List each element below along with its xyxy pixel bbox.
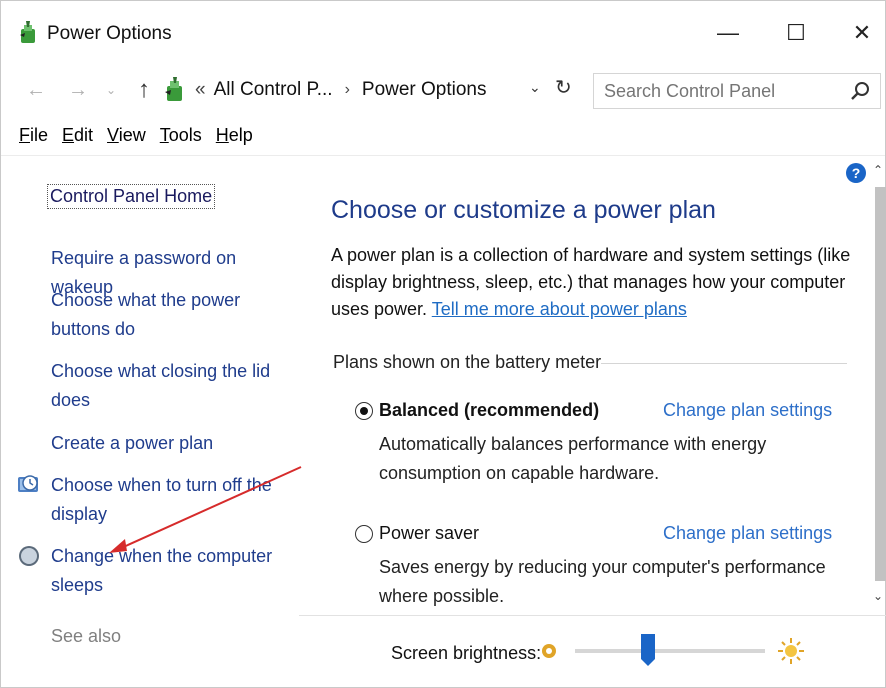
- menu-view[interactable]: View: [107, 125, 146, 155]
- scroll-up-icon[interactable]: ⌃: [873, 163, 883, 177]
- page-description: A power plan is a collection of hardware…: [331, 242, 851, 323]
- balanced-change-plan-link[interactable]: Change plan settings: [663, 400, 832, 421]
- display-clock-icon: [18, 475, 38, 492]
- balanced-plan-name[interactable]: Balanced (recommended): [379, 400, 599, 421]
- search-box[interactable]: [593, 73, 881, 109]
- address-bar[interactable]: « All Control P... › Power Options ⌄ ↻: [163, 73, 583, 107]
- task-label: Change when the computer: [51, 546, 273, 566]
- power-saver-plan-description: Saves energy by reducing your computer's…: [379, 557, 826, 606]
- breadcrumb-overflow[interactable]: «: [195, 79, 206, 101]
- maximize-button[interactable]: ☐: [771, 15, 821, 51]
- recent-locations-button[interactable]: ⌄: [101, 75, 121, 105]
- task-label: display: [51, 504, 108, 524]
- power-saver-plan-name[interactable]: Power saver: [379, 523, 479, 544]
- task-pane: Control Panel Home Require a password on…: [1, 156, 301, 688]
- title-bar: Power Options — ☐ ✕: [1, 1, 885, 61]
- svg-text:?: ?: [852, 165, 861, 181]
- task-label: Choose when to turn off the: [51, 475, 272, 495]
- minimize-icon: —: [717, 20, 739, 45]
- power-options-app-icon: [20, 21, 35, 43]
- forward-arrow-icon: →: [68, 78, 88, 101]
- moon-sleep-icon: [19, 546, 39, 566]
- task-create-power-plan[interactable]: Create a power plan: [51, 429, 299, 458]
- task-label: Create a power plan: [51, 433, 214, 453]
- task-label: does: [51, 390, 91, 410]
- menu-help[interactable]: Help: [216, 125, 253, 155]
- balanced-plan-description: Automatically balances performance with …: [379, 434, 767, 483]
- bright-sun-icon: [778, 638, 804, 664]
- chevron-down-icon: ⌄: [105, 83, 117, 97]
- page-title: Choose or customize a power plan: [331, 196, 716, 224]
- brightness-slider[interactable]: [575, 649, 765, 653]
- menu-bar: File Edit View Tools Help: [1, 125, 253, 155]
- power-options-window: Power Options — ☐ ✕ ← → ⌄ ↑ « All Contro…: [0, 0, 886, 688]
- brightness-slider-thumb[interactable]: [640, 633, 656, 667]
- dim-brightness-icon: [542, 644, 556, 658]
- control-panel-home-link[interactable]: Control Panel Home: [47, 184, 216, 209]
- task-label: Choose what the power: [51, 290, 241, 310]
- search-icon[interactable]: [850, 81, 870, 101]
- close-button[interactable]: ✕: [837, 15, 886, 51]
- help-icon[interactable]: ?: [845, 162, 867, 184]
- back-arrow-icon: ←: [26, 78, 46, 101]
- scroll-thumb[interactable]: [875, 187, 886, 581]
- see-also-heading: See also: [51, 626, 122, 646]
- plans-group-label: Plans shown on the battery meter: [333, 352, 612, 373]
- menu-tools[interactable]: Tools: [160, 125, 202, 155]
- bottom-divider: [299, 615, 886, 616]
- address-dropdown-icon[interactable]: ⌄: [529, 79, 541, 96]
- breadcrumb-separator-icon[interactable]: ›: [345, 81, 350, 99]
- control-panel-icon: [165, 77, 182, 101]
- back-button[interactable]: ←: [21, 75, 51, 105]
- navigation-bar: ← → ⌄ ↑ « All Control P... › Power Optio…: [1, 67, 885, 113]
- refresh-icon[interactable]: ↻: [555, 75, 572, 100]
- task-closing-lid[interactable]: Choose what closing the lid does: [51, 357, 299, 415]
- up-arrow-icon: ↑: [138, 76, 150, 103]
- up-button[interactable]: ↑: [129, 75, 159, 105]
- power-saver-plan-radio[interactable]: [355, 525, 373, 543]
- minimize-button[interactable]: —: [703, 15, 753, 51]
- search-input[interactable]: [604, 80, 844, 102]
- window-title: Power Options: [47, 23, 172, 44]
- task-power-buttons[interactable]: Choose what the power buttons do: [51, 286, 299, 344]
- power-saver-change-plan-link[interactable]: Change plan settings: [663, 523, 832, 544]
- forward-button[interactable]: →: [63, 75, 93, 105]
- group-divider: [601, 363, 847, 364]
- scroll-down-icon[interactable]: ⌄: [873, 589, 883, 603]
- task-label: buttons do: [51, 319, 136, 339]
- balanced-plan-radio[interactable]: [355, 402, 373, 420]
- task-label: sleeps: [51, 575, 104, 595]
- menu-edit[interactable]: Edit: [62, 125, 93, 155]
- maximize-icon: ☐: [786, 20, 806, 45]
- task-computer-sleeps[interactable]: Change when the computer sleeps: [51, 542, 299, 600]
- breadcrumb-all-control-panel[interactable]: All Control P...: [214, 79, 333, 101]
- breadcrumb-power-options[interactable]: Power Options: [362, 79, 487, 101]
- learn-more-link[interactable]: Tell me more about power plans: [432, 299, 687, 319]
- task-label: Choose what closing the lid: [51, 361, 271, 381]
- main-content: ? Choose or customize a power plan A pow…: [301, 156, 871, 606]
- screen-brightness-label: Screen brightness:: [391, 643, 542, 663]
- close-icon: ✕: [852, 20, 872, 45]
- vertical-scrollbar[interactable]: ⌃ ⌄: [871, 161, 886, 611]
- task-turn-off-display[interactable]: Choose when to turn off the display: [51, 471, 299, 529]
- menu-file[interactable]: File: [19, 125, 48, 155]
